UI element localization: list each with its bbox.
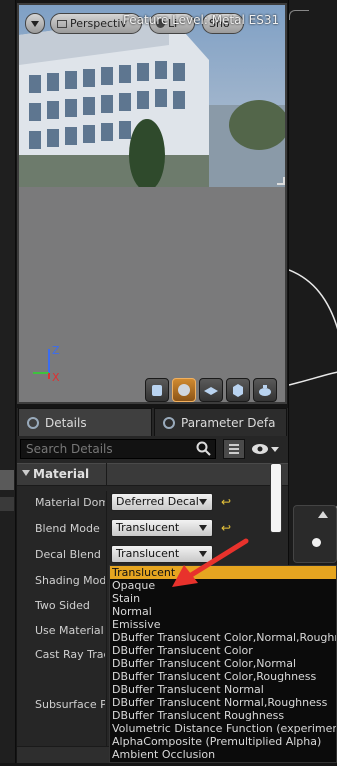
tab-parameter-defaults-label: Parameter Defa	[181, 415, 276, 430]
dropdown-option[interactable]: DBuffer Translucent Color	[110, 644, 336, 657]
chevron-down-icon	[31, 21, 39, 27]
dropdown-option[interactable]: DBuffer Translucent Color,Roughness	[110, 670, 336, 683]
details-scrollbar[interactable]	[270, 463, 282, 533]
property-matrix-button[interactable]	[223, 439, 245, 459]
dropdown-option[interactable]: Volumetric Distance Function (experiment…	[110, 722, 336, 735]
custom-mesh-preview-button[interactable]	[253, 378, 277, 402]
prop-subsurface-profile-label: Subsurface Pr	[35, 698, 105, 711]
resize-corner-icon[interactable]	[277, 177, 285, 185]
material-domain-value: Deferred Decal	[116, 495, 199, 508]
prop-material-domain-label: Material Doma	[35, 496, 105, 509]
eye-icon	[252, 444, 279, 454]
plane-preview-button[interactable]	[199, 378, 223, 402]
axis-x-label: X	[52, 371, 60, 384]
cube-icon	[233, 384, 243, 397]
cylinder-icon	[152, 385, 162, 396]
node-pin-icon[interactable]	[312, 538, 321, 547]
graph-node-edge	[289, 10, 309, 20]
prop-cast-ray-traced-shadows-label: Cast Ray Trac	[35, 648, 105, 661]
tab-parameter-defaults[interactable]: Parameter Defa	[154, 408, 287, 436]
category-material[interactable]: Material	[17, 463, 288, 486]
dropdown-option[interactable]: DBuffer Translucent Roughness	[110, 709, 336, 722]
viewport-options-button[interactable]	[25, 13, 45, 34]
dropdown-option[interactable]: Emissive	[110, 618, 336, 631]
prop-two-sided-label: Two Sided	[35, 599, 90, 612]
cylinder-preview-button[interactable]	[145, 378, 169, 402]
reset-to-default-icon[interactable]: ↩	[221, 522, 231, 534]
collapse-arrow-icon[interactable]	[318, 511, 328, 518]
prop-blend-mode-label: Blend Mode	[35, 522, 100, 535]
tab-details[interactable]: Details	[18, 408, 152, 436]
material-preview-viewport[interactable]: Perspectiv Li Sho Feature Level: Metal E…	[17, 3, 287, 404]
dropdown-option[interactable]: Ambient Occlusion	[110, 748, 336, 761]
dropdown-option[interactable]: DBuffer Translucent Normal,Roughness	[110, 696, 336, 709]
plane-icon	[204, 387, 218, 395]
prop-decal-blend-mode-label: Decal Blend M	[35, 548, 105, 561]
info-icon	[163, 416, 175, 429]
axis-gizmo	[33, 349, 50, 379]
perspective-label: Perspectiv	[70, 17, 127, 30]
reset-to-default-icon[interactable]: ↩	[221, 496, 231, 508]
search-details-input[interactable]: Search Details	[20, 439, 216, 459]
expand-triangle-icon	[22, 470, 30, 476]
sphere-preview-button[interactable]	[172, 378, 196, 402]
prop-shading-model-label: Shading Mode	[35, 574, 105, 587]
dropdown-option[interactable]: AlphaComposite (Premultiplied Alpha)	[110, 735, 336, 748]
material-domain-combo[interactable]: Deferred Decal	[111, 493, 213, 511]
grid-icon	[229, 444, 239, 454]
side-secondary-marker[interactable]	[0, 497, 14, 511]
search-icon[interactable]	[196, 441, 212, 457]
annotation-arrow-icon	[172, 538, 249, 587]
dropdown-option[interactable]: DBuffer Translucent Color,Normal	[110, 657, 336, 670]
dropdown-option[interactable]: Normal	[110, 605, 336, 618]
category-label: Material	[33, 467, 90, 481]
dropdown-option[interactable]: DBuffer Translucent Normal	[110, 683, 336, 696]
column-divider[interactable]	[106, 491, 107, 763]
info-icon	[27, 416, 39, 429]
tab-details-label: Details	[45, 415, 87, 430]
blend-mode-value: Translucent	[116, 521, 180, 534]
category-divider	[106, 463, 107, 486]
graph-node[interactable]	[293, 505, 337, 563]
axis-z-label: Z	[52, 344, 60, 357]
left-side-strip	[0, 0, 16, 763]
chevron-down-icon	[199, 499, 207, 505]
perspective-icon	[57, 20, 67, 28]
dropdown-option[interactable]: DBuffer Translucent Color,Normal,Roughne…	[110, 631, 336, 644]
chevron-down-icon	[199, 525, 207, 531]
sphere-icon	[178, 384, 190, 396]
cube-preview-button[interactable]	[226, 378, 250, 402]
visibility-options-button[interactable]	[250, 439, 282, 459]
side-selection-marker[interactable]	[0, 470, 14, 490]
feature-level-text: Feature Level: Metal ES31	[123, 13, 280, 27]
teapot-icon	[259, 385, 271, 396]
prop-use-material-attributes-label: Use Material A	[35, 624, 105, 637]
